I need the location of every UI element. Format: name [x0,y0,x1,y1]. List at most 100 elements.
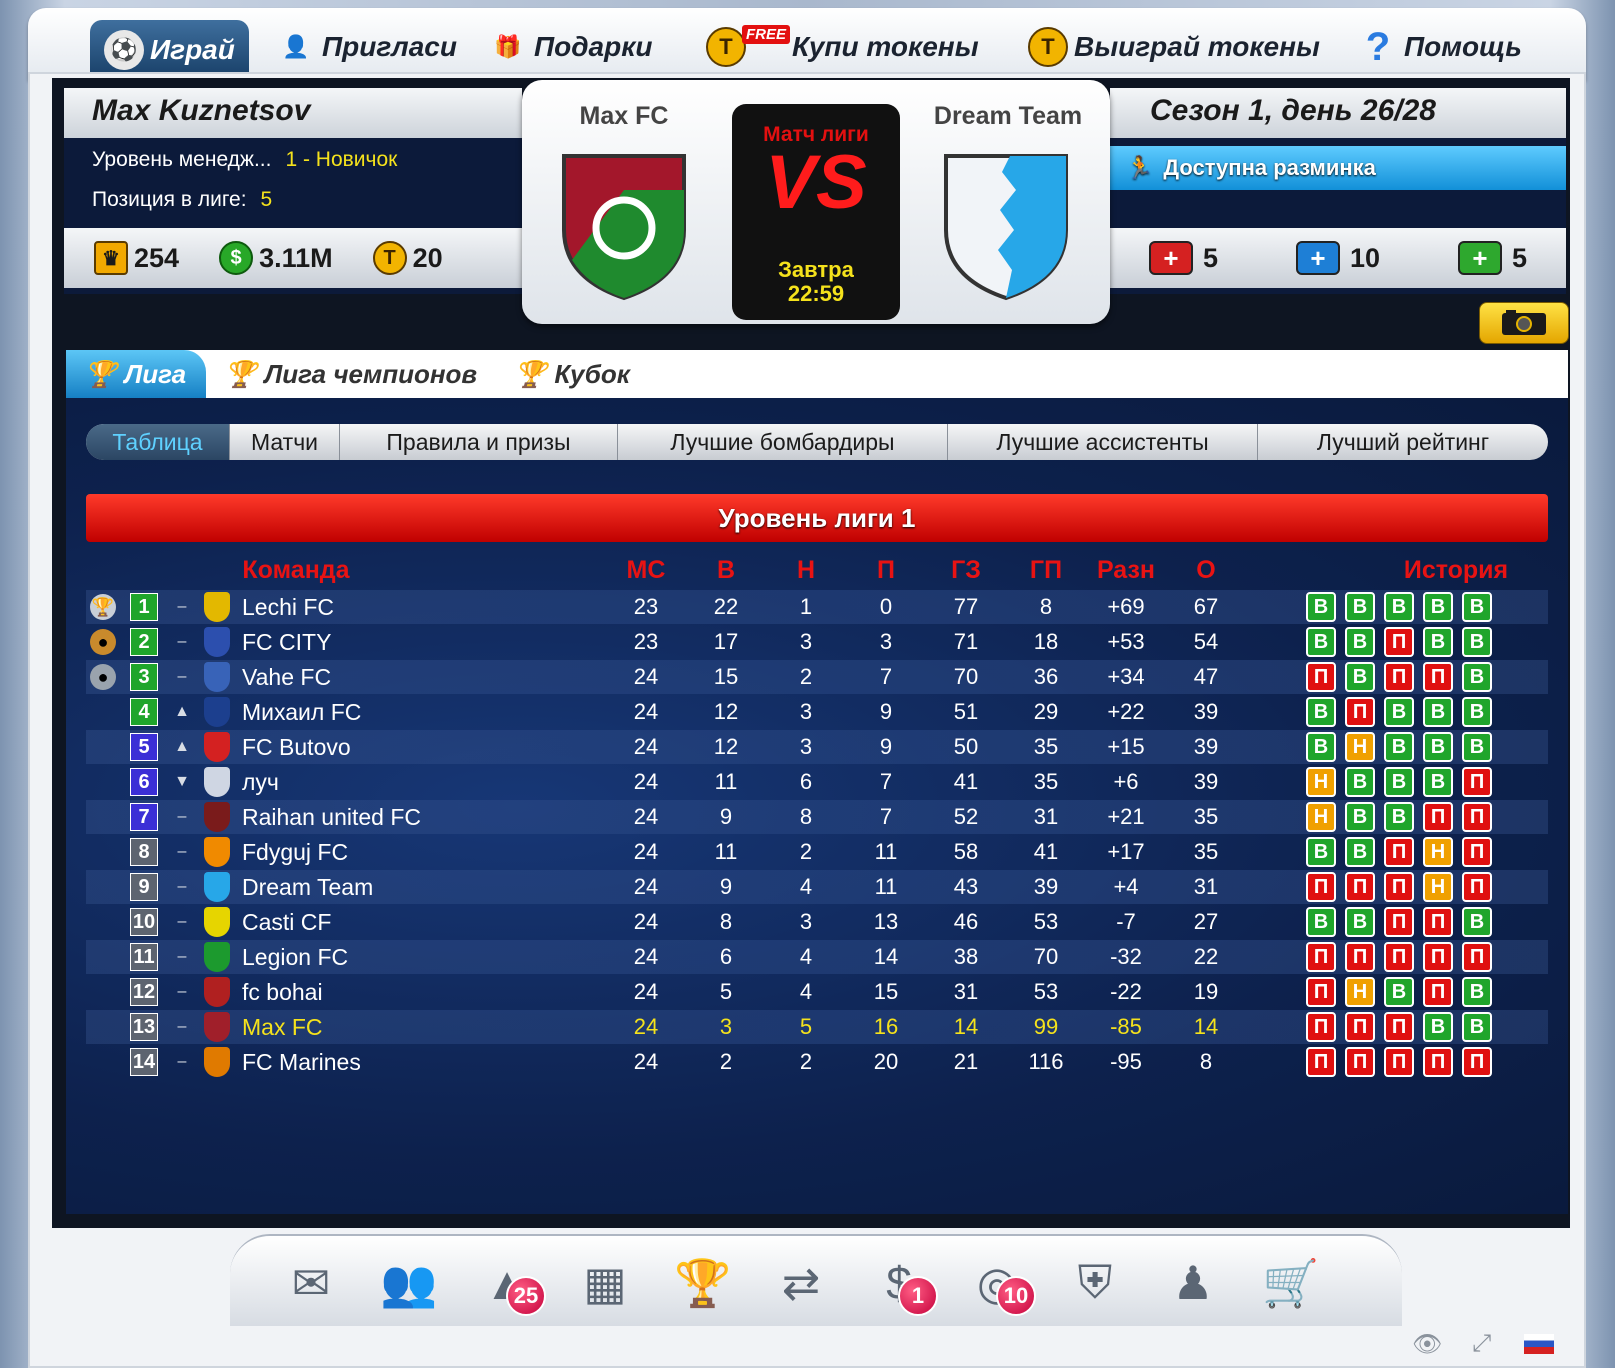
table-row[interactable]: ● 2– FC CITY 23 17 3 3 71 18 +53 54 В В П В В [86,625,1548,659]
history-result[interactable]: В [1423,732,1453,762]
subtab-top-rating[interactable]: Лучший рейтинг [1258,424,1548,460]
team-name[interactable]: Legion FC [242,944,348,971]
subtab-rules[interactable]: Правила и призы [340,424,618,460]
nav-help[interactable]: ? Помощь [1358,21,1522,73]
history-result[interactable]: В [1462,627,1492,657]
russian-flag-icon[interactable] [1524,1334,1554,1354]
history-result[interactable]: П [1306,1012,1336,1042]
history-result[interactable]: В [1384,732,1414,762]
team-name[interactable]: Михаил FC [242,699,361,726]
history-result[interactable]: П [1345,1047,1375,1077]
nav-buy-tokens[interactable]: T FREE Купи токены [706,21,979,73]
screenshot-camera-button[interactable] [1479,302,1569,344]
tab-champions-league[interactable]: 🏆 Лига чемпионов [206,350,495,398]
history-result[interactable]: П [1384,1047,1414,1077]
table-row[interactable]: 8– Fdyguj FC 24 11 2 11 58 41 +17 35 В В П Н П [86,835,1548,869]
tab-league[interactable]: 🏆 Лига [66,350,206,398]
history-result[interactable]: П [1306,1047,1336,1077]
subtab-table[interactable]: Таблица [86,424,230,460]
history-result[interactable]: П [1423,977,1453,1007]
next-match-box[interactable]: Max FC Dream Team Матч лиги VS Завтра 22… [522,80,1110,324]
history-result[interactable]: П [1384,907,1414,937]
podium-button[interactable]: 🏆 [662,1244,744,1322]
history-result[interactable]: Н [1306,802,1336,832]
history-result[interactable]: В [1384,592,1414,622]
history-result[interactable]: В [1345,802,1375,832]
history-result[interactable]: В [1345,837,1375,867]
subtab-top-scorers[interactable]: Лучшие бомбардиры [618,424,948,460]
squad-button[interactable]: 👥 [368,1244,450,1322]
history-result[interactable]: П [1384,872,1414,902]
table-row[interactable]: 13– Max FC 24 3 5 16 14 99 -85 14 П П П В В [86,1010,1548,1044]
transfer-arrows-button[interactable]: ⇄ [760,1244,842,1322]
history-result[interactable]: В [1306,732,1336,762]
history-result[interactable]: В [1306,592,1336,622]
manager-suit-button[interactable]: ♟ [1152,1244,1234,1322]
red-medkit[interactable]: + 5 [1148,241,1218,275]
history-result[interactable]: В [1384,697,1414,727]
training-cone-button[interactable]: ▲ 25 [466,1244,548,1322]
team-name[interactable]: Casti CF [242,909,331,936]
mail-button[interactable]: ✉ [270,1244,352,1322]
table-row[interactable]: 7– Raihan united FC 24 9 8 7 52 31 +21 35 Н В В П П [86,800,1548,834]
history-result[interactable]: П [1306,977,1336,1007]
history-result[interactable]: П [1345,942,1375,972]
team-name[interactable]: FC Marines [242,1049,361,1076]
history-result[interactable]: В [1345,767,1375,797]
history-result[interactable]: В [1462,977,1492,1007]
history-result[interactable]: В [1345,907,1375,937]
history-result[interactable]: П [1423,942,1453,972]
history-result[interactable]: П [1462,802,1492,832]
history-result[interactable]: П [1345,872,1375,902]
history-result[interactable]: Н [1345,732,1375,762]
table-row[interactable]: 🏆 1– Lechi FC 23 22 1 0 77 8 +69 67 В В В В В [86,590,1548,624]
history-result[interactable]: В [1345,592,1375,622]
history-result[interactable]: В [1423,592,1453,622]
team-name[interactable]: Raihan united FC [242,804,421,831]
history-result[interactable]: Н [1306,767,1336,797]
team-name[interactable]: FC Butovo [242,734,351,761]
team-name[interactable]: Max FC [242,1014,323,1041]
team-name[interactable]: fc bohai [242,979,323,1006]
kit-shield-button[interactable]: ⛨ [1054,1244,1136,1322]
table-row[interactable]: 5 ▲ FC Butovo 24 12 3 9 50 35 +15 39 В Н В В В [86,730,1548,764]
nav-win-tokens[interactable]: T Выиграй токены [1028,21,1320,73]
history-result[interactable]: В [1462,697,1492,727]
history-result[interactable]: П [1462,942,1492,972]
nav-play[interactable]: ⚽ Играй [90,20,249,80]
history-result[interactable]: П [1384,627,1414,657]
team-name[interactable]: Dream Team [242,874,373,901]
subtab-matches[interactable]: Матчи [230,424,340,460]
history-result[interactable]: Н [1345,977,1375,1007]
history-result[interactable]: П [1462,837,1492,867]
history-result[interactable]: П [1306,942,1336,972]
table-row[interactable]: 9– Dream Team 24 9 4 11 43 39 +4 31 П П П Н П [86,870,1548,904]
history-result[interactable]: П [1384,1012,1414,1042]
history-result[interactable]: В [1384,767,1414,797]
history-result[interactable]: В [1345,627,1375,657]
history-result[interactable]: Н [1423,872,1453,902]
table-row[interactable]: 10– Casti CF 24 8 3 13 46 53 -7 27 В В П П В [86,905,1548,939]
history-result[interactable]: В [1462,592,1492,622]
nav-gifts[interactable]: 🎁 Подарки [488,21,652,73]
nav-invite[interactable]: 👤 Пригласи [276,21,457,73]
table-row[interactable]: 11– Legion FC 24 6 4 14 38 70 -32 22 П П П П П [86,940,1548,974]
team-name[interactable]: Fdyguj FC [242,839,348,866]
subtab-top-assists[interactable]: Лучшие ассистенты [948,424,1258,460]
history-result[interactable]: В [1423,767,1453,797]
history-result[interactable]: П [1423,907,1453,937]
history-result[interactable]: В [1306,907,1336,937]
history-result[interactable]: П [1345,1012,1375,1042]
warmup-banner[interactable]: 🏃 Доступна разминка [1110,146,1566,190]
history-result[interactable]: П [1384,662,1414,692]
team-name[interactable]: FC CITY [242,629,331,656]
history-result[interactable]: Н [1423,837,1453,867]
history-result[interactable]: В [1423,697,1453,727]
history-result[interactable]: В [1306,837,1336,867]
stadium-button[interactable]: ◎ 10 [956,1244,1038,1322]
team-name[interactable]: Lechi FC [242,594,334,621]
history-result[interactable]: В [1306,627,1336,657]
history-result[interactable]: П [1462,1047,1492,1077]
blue-medkit[interactable]: + 10 [1295,241,1380,275]
history-result[interactable]: В [1423,1012,1453,1042]
